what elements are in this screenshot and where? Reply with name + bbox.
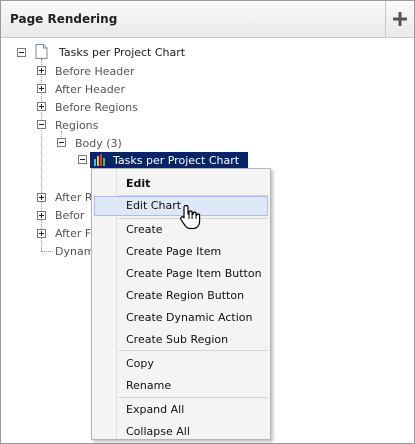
tree-node-after-footer[interactable]: After F [55,227,91,240]
expand-toggle[interactable] [37,66,46,75]
expand-toggle[interactable] [37,193,46,202]
expand-toggle[interactable] [37,229,46,238]
menu-item-create[interactable]: Create [126,223,163,236]
tree-node-selected[interactable]: Tasks per Project Chart [90,152,248,168]
tree-node-after-header[interactable]: After Header [55,83,125,96]
tree-node-regions[interactable]: Regions [55,119,98,132]
menu-item-create-page-item-button[interactable]: Create Page Item Button [126,267,262,280]
menu-item-create-sub-region[interactable]: Create Sub Region [126,333,228,346]
menu-item-edit[interactable]: Edit [126,177,150,190]
chart-icon [94,154,105,166]
panel-title: Page Rendering [10,12,118,26]
tree-node-before-header[interactable]: Before Header [55,65,135,78]
menu-item-rename[interactable]: Rename [126,379,171,392]
add-button[interactable] [386,1,414,37]
collapse-toggle[interactable] [37,120,46,129]
collapse-toggle[interactable] [57,138,66,147]
menu-separator [118,195,268,196]
tree-node-root[interactable]: Tasks per Project Chart [59,46,185,59]
panel-header: Page Rendering [1,1,414,38]
collapse-toggle[interactable] [78,155,87,164]
hand-pointer-cursor [180,204,201,230]
menu-separator [118,350,268,351]
page-icon [35,44,48,59]
page-rendering-panel: Page Rendering Tasks per Project Chart B… [0,0,415,444]
selected-node-label: Tasks per Project Chart [113,153,240,167]
menu-separator [118,397,268,398]
tree-node-body[interactable]: Body (3) [75,137,122,150]
menu-item-edit-chart[interactable]: Edit Chart [126,199,181,212]
tree-line [41,251,53,252]
expand-toggle[interactable] [37,211,46,220]
plus-icon [393,12,407,26]
menu-item-create-dynamic-action[interactable]: Create Dynamic Action [126,311,253,324]
tree-node-dynamic-actions[interactable]: Dynam [55,245,94,258]
tree-node-after-regions[interactable]: After R [55,191,93,204]
menu-item-create-page-item[interactable]: Create Page Item [126,245,221,258]
menu-item-expand-all[interactable]: Expand All [126,403,184,416]
expand-toggle[interactable] [37,102,46,111]
menu-item-collapse-all[interactable]: Collapse All [126,425,190,438]
menu-item-create-region-button[interactable]: Create Region Button [126,289,244,302]
tree-node-before-regions[interactable]: Before Regions [55,101,138,114]
menu-item-copy[interactable]: Copy [126,357,154,370]
tree-node-before-footer[interactable]: Befor [55,209,84,222]
expand-toggle[interactable] [37,84,46,93]
collapse-toggle[interactable] [17,48,26,57]
